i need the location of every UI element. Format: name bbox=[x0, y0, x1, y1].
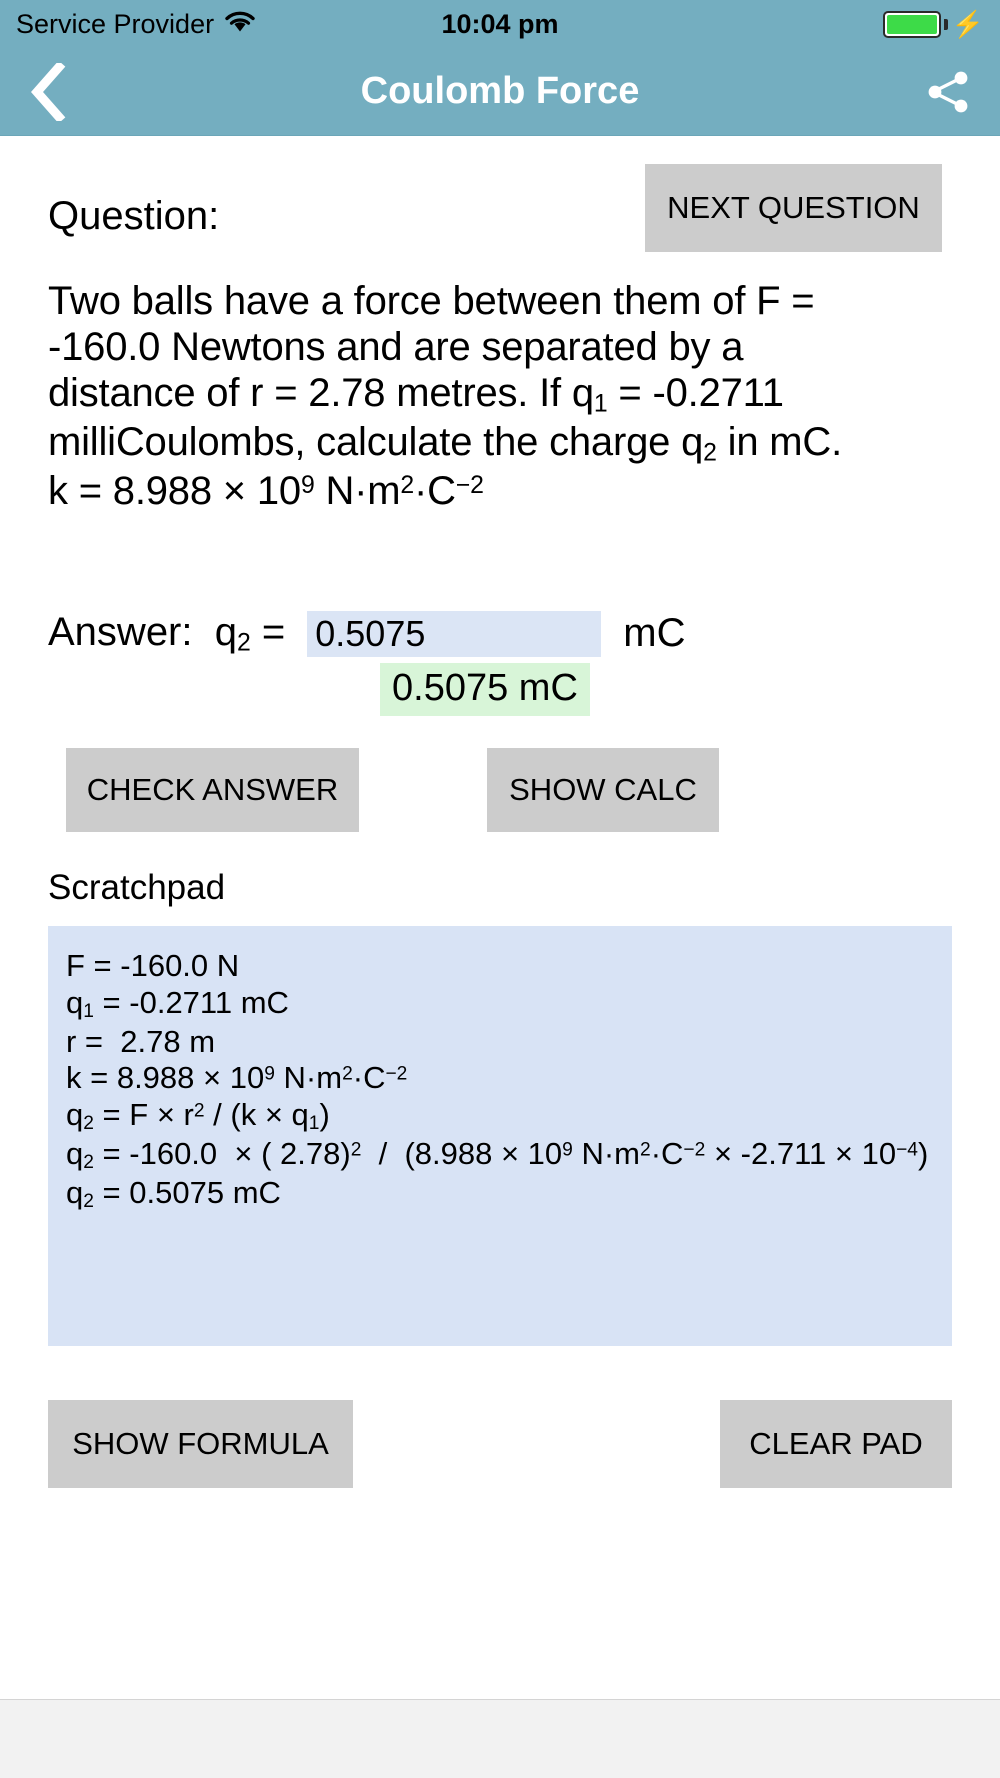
q2-subscript: 2 bbox=[703, 439, 717, 467]
battery-fill bbox=[886, 14, 937, 34]
scratchpad-line-q1: q1 = -0.2711 mC bbox=[66, 984, 289, 1023]
battery-cap-icon bbox=[943, 18, 948, 30]
question-line-4-b: in mC. bbox=[716, 419, 843, 464]
carrier-label: Service Provider bbox=[16, 8, 215, 39]
answer-label-suffix: = bbox=[250, 609, 286, 654]
answer-result-badge: 0.5075 mC bbox=[380, 663, 590, 717]
question-line-3-a: distance of r = 2.78 metres. If q bbox=[48, 371, 594, 415]
answer-row: Answer: q2 = mC bbox=[48, 610, 952, 657]
scratchpad-line-result: q2 = 0.5075 mC bbox=[66, 1174, 281, 1213]
answer-input[interactable] bbox=[307, 610, 602, 657]
back-button[interactable] bbox=[24, 62, 72, 122]
question-text: Two balls have a force between them of F… bbox=[48, 278, 952, 514]
battery-icon bbox=[882, 10, 941, 38]
check-answer-button[interactable]: CHECK ANSWER bbox=[66, 748, 359, 833]
k-exponent: 9 bbox=[300, 471, 315, 499]
status-bar: Service Provider 10:04 pm ⚡ bbox=[0, 0, 1000, 48]
k-units-a: N·m bbox=[314, 468, 401, 513]
answer-result-row: 0.5075 mC bbox=[48, 663, 952, 717]
status-bar-right: ⚡ bbox=[882, 9, 984, 39]
question-line-3: distance of r = 2.78 metres. If q1 = -0.… bbox=[48, 371, 784, 418]
k-units-m-exponent: 2 bbox=[400, 471, 414, 499]
show-formula-button[interactable]: SHOW FORMULA bbox=[48, 1400, 353, 1489]
next-question-button[interactable]: NEXT QUESTION bbox=[645, 164, 942, 252]
question-line-5-constant: k = 8.988 × 109 N·m2·C−2 bbox=[48, 469, 484, 513]
question-header: Question: NEXT QUESTION bbox=[48, 136, 952, 252]
answer-unit-label: mC bbox=[623, 611, 686, 656]
question-label: Question: bbox=[48, 194, 220, 238]
k-units-c-exponent: −2 bbox=[455, 471, 484, 499]
bottom-toolbar bbox=[0, 1699, 1000, 1778]
wifi-icon bbox=[224, 10, 256, 39]
question-line-4-a: milliCoulombs, calculate the charge q bbox=[48, 419, 704, 464]
answer-label-subscript: 2 bbox=[236, 629, 251, 657]
scratchpad-line-F: F = -160.0 N bbox=[66, 948, 240, 984]
show-calc-button[interactable]: SHOW CALC bbox=[487, 748, 719, 833]
scratchpad-line-substitution: q2 = -160.0 × ( 2.78)2 / (8.988 × 109 N·… bbox=[66, 1135, 929, 1174]
answer-actions: CHECK ANSWER SHOW CALC bbox=[48, 748, 952, 833]
scratchpad-line-k: k = 8.988 × 109 N·m2·C−2 bbox=[66, 1060, 408, 1096]
question-line-1: Two balls have a force between them of F… bbox=[48, 279, 815, 323]
scratchpad-line-formula: q2 = F × r2 / (k × q1) bbox=[66, 1097, 330, 1135]
scratchpad-line-r: r = 2.78 m bbox=[66, 1023, 216, 1059]
page-title: Coulomb Force bbox=[360, 70, 640, 112]
main-content: Question: NEXT QUESTION Two balls have a… bbox=[0, 136, 1000, 1489]
k-units-b: ·C bbox=[414, 468, 456, 513]
scratchpad-textarea[interactable]: F = -160.0 Nq1 = -0.2711 mC r = 2.78 mk =… bbox=[48, 926, 952, 1347]
answer-label: Answer: q2 = bbox=[48, 610, 285, 657]
clear-pad-button[interactable]: CLEAR PAD bbox=[720, 1400, 952, 1489]
question-line-3-b: = -0.2711 bbox=[607, 371, 784, 415]
lightning-bolt-icon: ⚡ bbox=[951, 9, 984, 39]
question-line-2: -160.0 Newtons and are separated by a bbox=[48, 325, 744, 369]
answer-label-prefix: Answer: q bbox=[48, 609, 237, 654]
nav-bar: Coulomb Force bbox=[0, 48, 1000, 136]
status-bar-left: Service Provider bbox=[16, 9, 256, 40]
k-value-mantissa: k = 8.988 × 10 bbox=[48, 468, 301, 513]
share-button[interactable] bbox=[920, 64, 976, 120]
q1-subscript: 1 bbox=[593, 390, 608, 418]
bottom-actions: SHOW FORMULA CLEAR PAD bbox=[48, 1400, 952, 1489]
question-line-4: milliCoulombs, calculate the charge q2 i… bbox=[48, 419, 843, 467]
scratchpad-label: Scratchpad bbox=[48, 868, 226, 908]
